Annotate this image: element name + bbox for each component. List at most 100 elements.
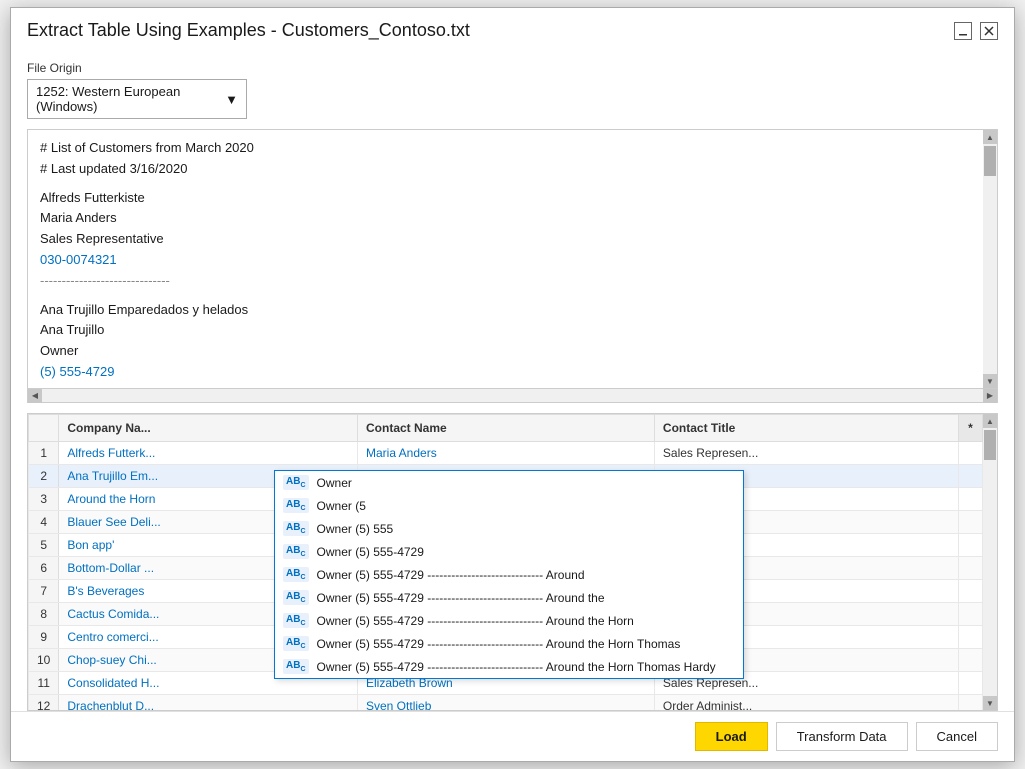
row-number: 2 xyxy=(29,465,59,488)
suggestion-text: Owner (5) 555-4729 ---------------------… xyxy=(317,591,605,605)
suggestion-type-icon: ABC xyxy=(283,567,309,582)
scroll-left-button[interactable]: ◀ xyxy=(28,389,42,403)
star-cell xyxy=(959,557,983,580)
table-scroll-down-button[interactable]: ▼ xyxy=(983,696,997,710)
star-cell xyxy=(959,488,983,511)
table-scroll-up-button[interactable]: ▲ xyxy=(983,414,997,428)
row-number: 8 xyxy=(29,603,59,626)
star-cell xyxy=(959,672,983,695)
suggestion-type-icon: ABC xyxy=(283,544,309,559)
row-number: 11 xyxy=(29,672,59,695)
contact-title: Order Administ... xyxy=(654,695,958,711)
suggestion-item[interactable]: ABC Owner xyxy=(275,471,743,494)
preview-line: # List of Customers from March 2020 xyxy=(40,138,971,159)
cancel-button[interactable]: Cancel xyxy=(916,722,998,751)
dialog: Extract Table Using Examples - Customers… xyxy=(10,7,1015,762)
title-controls xyxy=(954,22,998,40)
suggestion-item[interactable]: ABC Owner (5) 555-4729 -----------------… xyxy=(275,586,743,609)
table-header-row: Company Na... Contact Name Contact Title… xyxy=(29,415,983,442)
suggestion-text: Owner xyxy=(317,476,352,490)
suggestion-type-icon: ABC xyxy=(283,613,309,628)
suggestion-item[interactable]: ABC Owner (5) 555 xyxy=(275,517,743,540)
preview-scrollbar-horizontal[interactable]: ◀ ▶ xyxy=(27,389,998,403)
suggestion-text: Owner (5) 555-4729 xyxy=(317,545,424,559)
contact-name: Sven Ottlieb xyxy=(358,695,655,711)
row-number: 5 xyxy=(29,534,59,557)
star-cell xyxy=(959,511,983,534)
bottom-bar: Load Transform Data Cancel xyxy=(11,711,1014,761)
close-button[interactable] xyxy=(980,22,998,40)
row-number: 12 xyxy=(29,695,59,711)
table-scroll-thumb[interactable] xyxy=(984,430,996,460)
preview-line: Sales Representative xyxy=(40,229,971,250)
preview-line: Owner xyxy=(40,341,971,362)
suggestion-text: Owner (5) 555 xyxy=(317,522,394,536)
col-company: Company Na... xyxy=(59,415,358,442)
file-origin-label: File Origin xyxy=(27,61,998,75)
scroll-down-button[interactable]: ▼ xyxy=(983,374,997,388)
scroll-thumb[interactable] xyxy=(984,146,996,176)
preview-panel: # List of Customers from March 2020 # La… xyxy=(27,129,998,389)
suggestion-type-icon: ABC xyxy=(283,590,309,605)
preview-line: ------------------------------ xyxy=(40,271,971,292)
suggestion-type-icon: ABC xyxy=(283,659,309,674)
row-number: 9 xyxy=(29,626,59,649)
suggestion-item[interactable]: ABC Owner (5) 555-4729 -----------------… xyxy=(275,655,743,678)
company-name: Drachenblut D... xyxy=(59,695,358,711)
contact-name: Maria Anders xyxy=(358,442,655,465)
minimize-button[interactable] xyxy=(954,22,972,40)
suggestion-text: Owner (5 xyxy=(317,499,366,513)
suggestion-type-icon: ABC xyxy=(283,498,309,513)
star-cell xyxy=(959,465,983,488)
suggestion-item[interactable]: ABC Owner (5) 555-4729 -----------------… xyxy=(275,632,743,655)
suggestion-type-icon: ABC xyxy=(283,636,309,651)
scroll-up-button[interactable]: ▲ xyxy=(983,130,997,144)
preview-content[interactable]: # List of Customers from March 2020 # La… xyxy=(28,130,983,388)
preview-line xyxy=(40,292,971,300)
star-cell xyxy=(959,649,983,672)
row-number: 1 xyxy=(29,442,59,465)
suggestion-item[interactable]: ABC Owner (5) 555-4729 -----------------… xyxy=(275,609,743,632)
star-cell xyxy=(959,695,983,711)
row-number: 7 xyxy=(29,580,59,603)
suggestion-text: Owner (5) 555-4729 ---------------------… xyxy=(317,614,634,628)
preview-line: 030-0074321 xyxy=(40,250,971,271)
contact-title: Sales Represen... xyxy=(654,442,958,465)
preview-line xyxy=(40,180,971,188)
dropdown-arrow-icon: ▼ xyxy=(225,92,238,107)
row-number: 6 xyxy=(29,557,59,580)
suggestions-dropdown: ABC Owner ABC Owner (5 ABC Owner (5) 555… xyxy=(274,470,744,679)
col-num xyxy=(29,415,59,442)
suggestion-text: Owner (5) 555-4729 ---------------------… xyxy=(317,568,585,582)
load-button[interactable]: Load xyxy=(695,722,768,751)
scroll-right-button[interactable]: ▶ xyxy=(983,389,997,403)
preview-line: # Last updated 3/16/2020 xyxy=(40,159,971,180)
suggestion-item[interactable]: ABC Owner (5) 555-4729 xyxy=(275,540,743,563)
preview-line: Alfreds Futterkiste xyxy=(40,188,971,209)
transform-data-button[interactable]: Transform Data xyxy=(776,722,908,751)
table-row: 1 Alfreds Futterk... Maria Anders Sales … xyxy=(29,442,983,465)
row-number: 4 xyxy=(29,511,59,534)
suggestion-text: Owner (5) 555-4729 ---------------------… xyxy=(317,660,716,674)
preview-scrollbar-vertical[interactable]: ▲ ▼ xyxy=(983,130,997,388)
suggestion-item[interactable]: ABC Owner (5) 555-4729 -----------------… xyxy=(275,563,743,586)
preview-line: Ana Trujillo Emparedados y helados xyxy=(40,300,971,321)
dialog-title: Extract Table Using Examples - Customers… xyxy=(27,20,470,41)
star-cell xyxy=(959,580,983,603)
company-name: Alfreds Futterk... xyxy=(59,442,358,465)
preview-line: (5) 555-4729 xyxy=(40,362,971,383)
star-cell xyxy=(959,442,983,465)
file-origin-dropdown[interactable]: 1252: Western European (Windows) ▼ xyxy=(27,79,247,119)
preview-line: Ana Trujillo xyxy=(40,320,971,341)
table-row: 12 Drachenblut D... Sven Ottlieb Order A… xyxy=(29,695,983,711)
col-add[interactable]: * xyxy=(959,415,983,442)
preview-line: ------------------------------ xyxy=(40,383,971,388)
suggestion-item[interactable]: ABC Owner (5 xyxy=(275,494,743,517)
title-bar: Extract Table Using Examples - Customers… xyxy=(11,8,1014,49)
col-contact-name: Contact Name xyxy=(358,415,655,442)
row-number: 10 xyxy=(29,649,59,672)
table-scrollbar-vertical[interactable]: ▲ ▼ xyxy=(983,414,997,710)
col-contact-title: Contact Title xyxy=(654,415,958,442)
star-cell xyxy=(959,534,983,557)
row-number: 3 xyxy=(29,488,59,511)
